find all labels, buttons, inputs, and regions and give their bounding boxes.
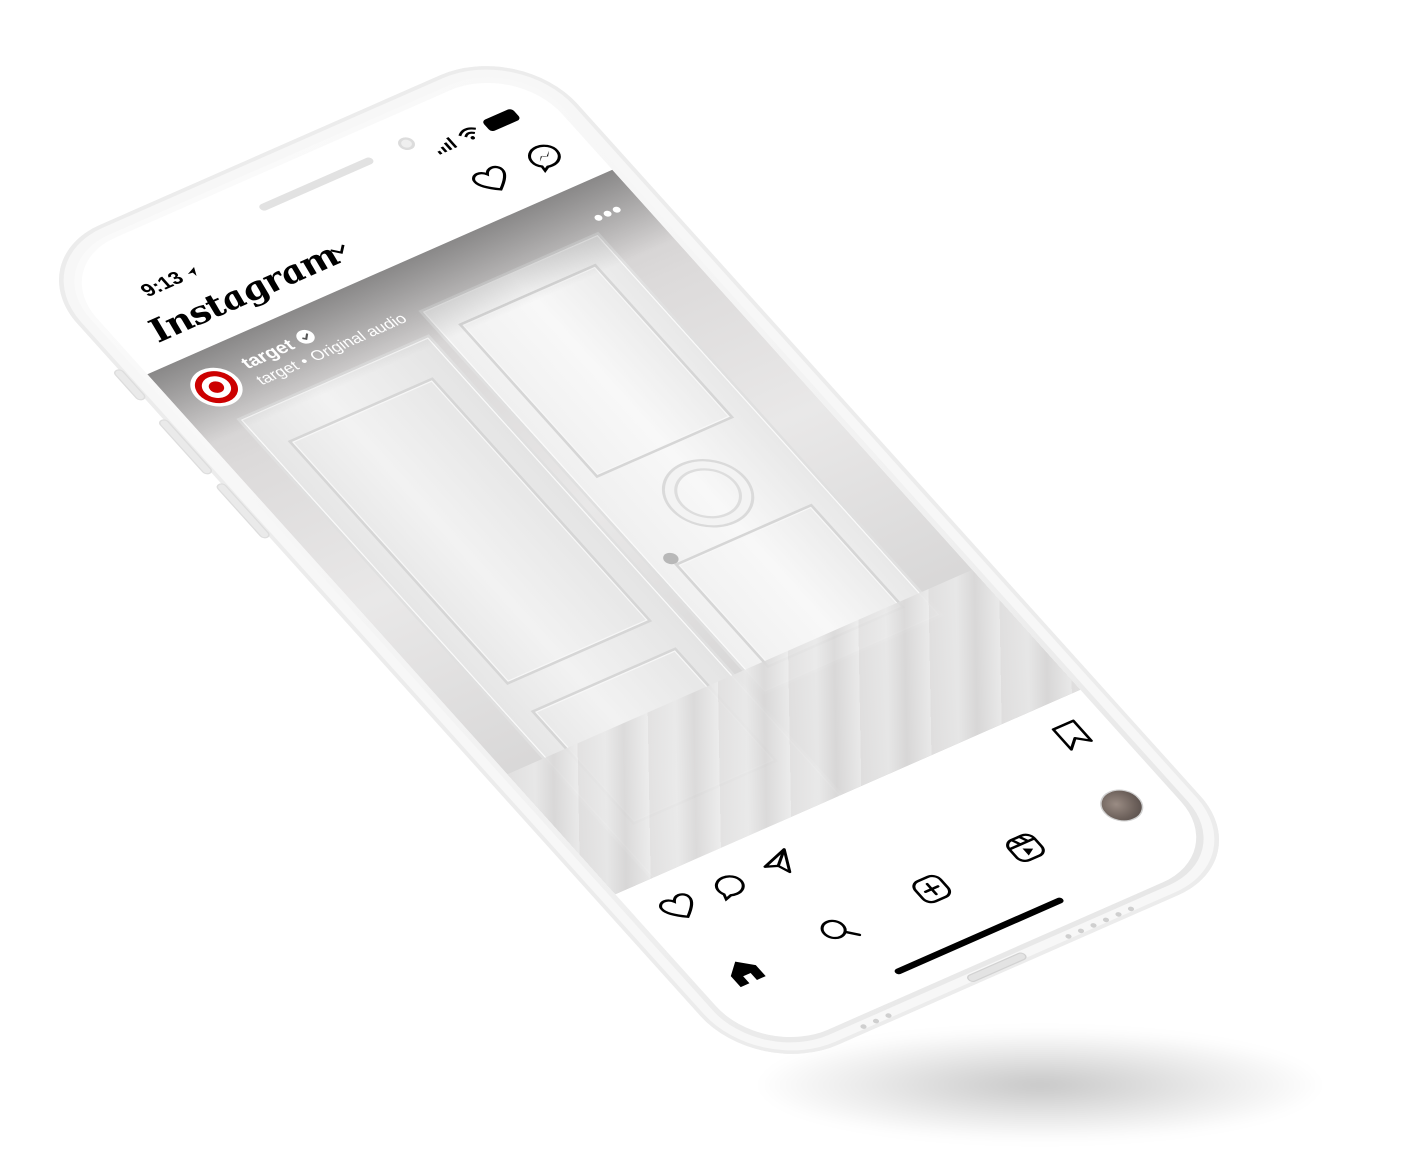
like-heart-icon[interactable] bbox=[655, 890, 705, 925]
signal-icon bbox=[431, 136, 458, 155]
bookmark-icon[interactable] bbox=[1049, 718, 1096, 753]
speaker-hole bbox=[1089, 922, 1098, 929]
speaker-hole bbox=[1114, 911, 1123, 918]
speaker-hole bbox=[1126, 905, 1136, 912]
speaker-hole bbox=[871, 1018, 881, 1025]
plus-square-icon[interactable] bbox=[906, 871, 958, 908]
speaker-hole bbox=[1076, 927, 1086, 934]
floor-shadow bbox=[760, 1030, 1320, 1140]
verified-badge-icon bbox=[292, 327, 319, 347]
speaker-hole bbox=[884, 1012, 893, 1019]
header-actions bbox=[467, 139, 571, 199]
home-icon[interactable] bbox=[718, 953, 770, 990]
location-arrow-icon bbox=[183, 265, 202, 279]
speaker-hole bbox=[859, 1023, 868, 1030]
share-icon[interactable] bbox=[755, 846, 805, 881]
stage: 9:13 Instagram target target • Original … bbox=[0, 0, 1406, 1167]
reels-icon[interactable] bbox=[1000, 829, 1052, 866]
search-icon[interactable] bbox=[812, 912, 864, 949]
heart-icon[interactable] bbox=[468, 163, 518, 198]
door-medallion bbox=[643, 446, 773, 540]
messenger-icon[interactable] bbox=[520, 139, 572, 176]
profile-avatar[interactable] bbox=[1091, 783, 1152, 828]
side-button-mute bbox=[114, 369, 146, 401]
phone-screen: 9:13 Instagram target target • Original … bbox=[50, 61, 1228, 1059]
speaker-hole bbox=[1064, 933, 1073, 940]
phone-device: 9:13 Instagram target target • Original … bbox=[20, 40, 1258, 1080]
speaker-hole bbox=[1101, 916, 1111, 923]
comment-icon[interactable] bbox=[704, 867, 756, 904]
wifi-icon bbox=[455, 125, 484, 144]
speaker-grille-left bbox=[859, 1012, 893, 1030]
battery-icon bbox=[481, 108, 522, 133]
